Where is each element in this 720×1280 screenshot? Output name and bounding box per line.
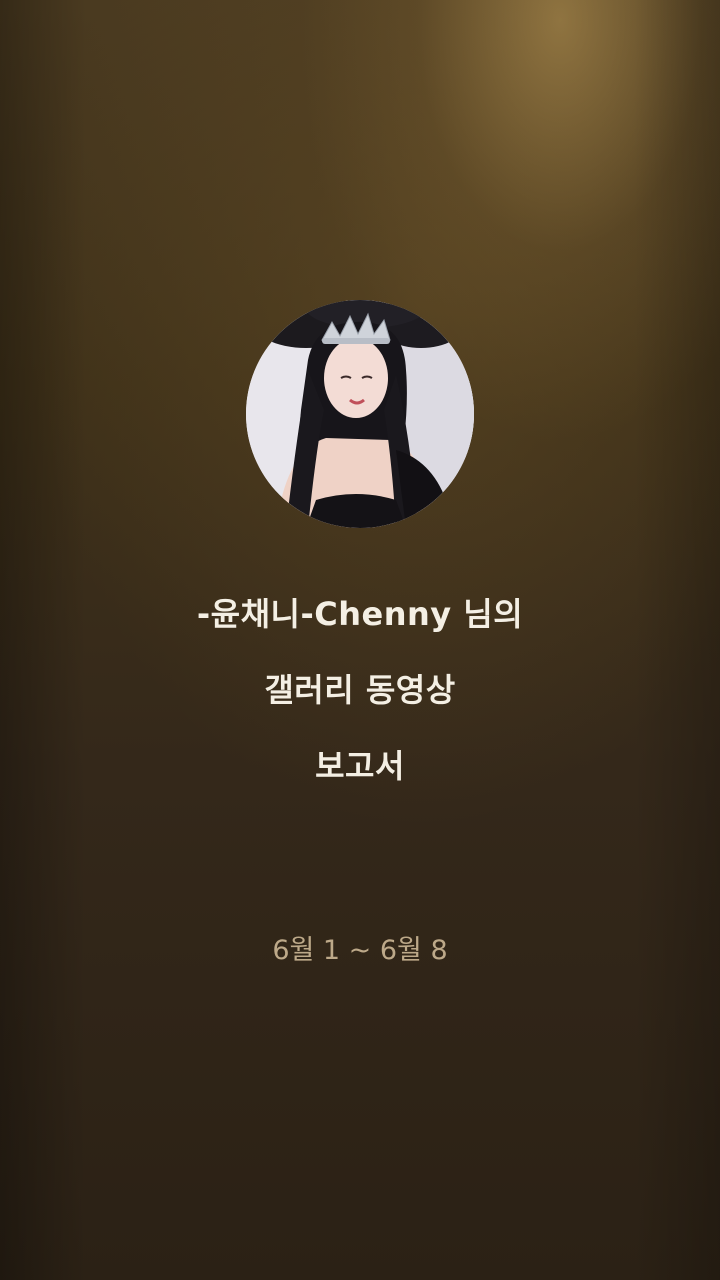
profile-avatar bbox=[246, 300, 474, 528]
report-title-line-2: 갤러리 동영상 bbox=[264, 671, 456, 709]
report-title-line-3: 보고서 bbox=[315, 747, 405, 785]
report-date-range: 6월 1 ~ 6월 8 bbox=[272, 935, 448, 966]
report-title-line-1: -윤채니-Chenny 님의 bbox=[196, 595, 524, 633]
profile-photo-icon bbox=[246, 300, 474, 528]
background-vignette bbox=[0, 0, 720, 1280]
report-screen: -윤채니-Chenny 님의 갤러리 동영상 보고서 6월 1 ~ 6월 8 bbox=[0, 0, 720, 1280]
